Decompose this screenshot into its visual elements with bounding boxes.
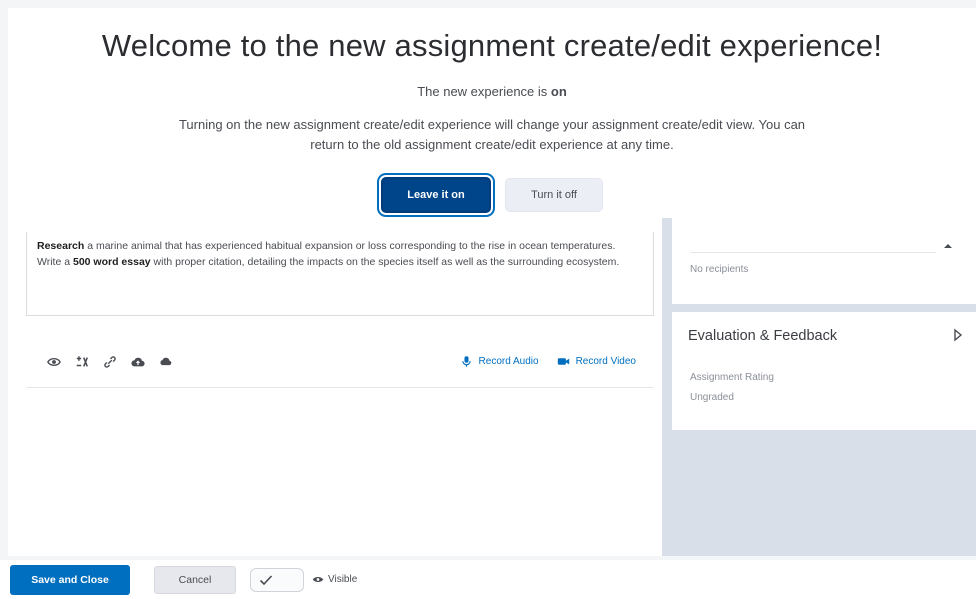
- card-field-hint: No recipients: [690, 264, 749, 275]
- collapse-icon[interactable]: [942, 240, 954, 252]
- upload-icon[interactable]: [124, 351, 152, 373]
- card-divider: [690, 252, 936, 253]
- cloud-icon[interactable]: [152, 351, 180, 373]
- instructions-text-2: with proper citation, detailing the impa…: [150, 256, 620, 268]
- footer-action-bar: Save and Close Cancel Visible: [0, 560, 976, 599]
- video-camera-icon: [557, 358, 569, 365]
- record-video-button[interactable]: Record Video: [557, 355, 636, 368]
- checkmark-icon: [259, 574, 273, 585]
- new-experience-banner: Welcome to the new assignment create/edi…: [8, 8, 976, 218]
- banner-description: Turning on the new assignment create/edi…: [178, 117, 806, 152]
- microphone-icon: [461, 356, 471, 367]
- attachments-toolbar: Record Audio Record Video: [26, 336, 654, 388]
- record-audio-button[interactable]: Record Audio: [460, 355, 539, 368]
- assignment-rating-label: Assignment Rating: [690, 372, 774, 383]
- visibility-toggle[interactable]: [250, 567, 304, 592]
- instructions-editor[interactable]: Research a marine animal that has experi…: [26, 232, 654, 316]
- settings-sidebar: No recipients Evaluation & Feedback Assi…: [662, 218, 976, 556]
- banner-buttons: Leave it on Turn it off: [8, 177, 976, 213]
- visible-label: Visible: [328, 574, 358, 585]
- save-and-close-button[interactable]: Save and Close: [10, 564, 130, 595]
- instructions-bold-research: Research: [37, 240, 85, 252]
- record-video-label: Record Video: [575, 356, 636, 367]
- expand-icon[interactable]: [952, 328, 964, 342]
- link-icon[interactable]: [96, 351, 124, 373]
- evaluation-feedback-card[interactable]: Evaluation & Feedback Assignment Rating …: [672, 312, 976, 430]
- assignment-rating-value: Ungraded: [690, 392, 734, 403]
- instructions-bold-essay: 500 word essay: [72, 256, 151, 268]
- leave-it-on-button[interactable]: Leave it on: [381, 177, 491, 213]
- turn-it-off-button[interactable]: Turn it off: [505, 178, 603, 212]
- status-value: on: [550, 84, 567, 99]
- banner-title: Welcome to the new assignment create/edi…: [101, 28, 883, 63]
- eye-icon: [312, 576, 324, 583]
- visibility-status: Visible: [312, 574, 357, 585]
- experience-status: The new experience is on: [8, 84, 976, 99]
- page: Welcome to the new assignment create/edi…: [0, 0, 976, 599]
- status-prefix: The new experience is: [417, 84, 551, 99]
- availability-card: No recipients: [672, 218, 976, 304]
- eye-icon[interactable]: [40, 351, 68, 373]
- evaluation-feedback-title: Evaluation & Feedback: [688, 328, 838, 344]
- cancel-button[interactable]: Cancel: [154, 565, 236, 594]
- record-audio-label: Record Audio: [478, 356, 539, 367]
- equation-icon[interactable]: [68, 351, 96, 373]
- assignment-editor: Research a marine animal that has experi…: [8, 218, 662, 556]
